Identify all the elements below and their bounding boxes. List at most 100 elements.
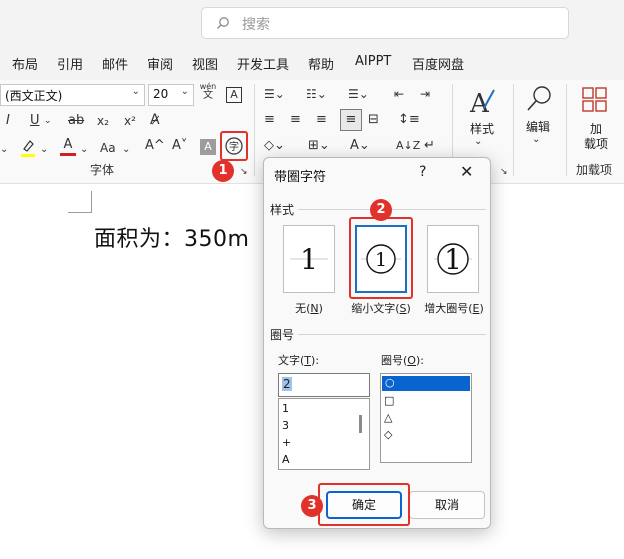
tab-help[interactable]: 帮助 [308, 54, 334, 73]
ribbon-tabs: 布局 引用 邮件 审阅 视图 开发工具 帮助 AIPPT 百度网盘 [0, 46, 624, 80]
change-case-button[interactable]: Aa [100, 140, 116, 156]
search-box[interactable]: 搜索 [201, 7, 569, 39]
editing-button[interactable] [524, 84, 554, 114]
align-left-icon[interactable]: ≡ [264, 112, 275, 128]
dialog-title: 带圈字符 [274, 170, 327, 185]
list-item[interactable]: □ [384, 394, 394, 407]
grow-font-button[interactable]: A^ [145, 138, 165, 154]
character-shading-icon[interactable]: A [200, 139, 216, 155]
group-divider [566, 84, 567, 176]
list-item[interactable]: + [282, 436, 291, 449]
borders-icon[interactable]: ⊞⌄ [308, 138, 330, 154]
tab-review[interactable]: 审阅 [147, 54, 173, 73]
bullets-icon[interactable]: ☰⌄ [264, 86, 285, 102]
circle-section-label: 圈号 [270, 328, 295, 342]
chevron-down-icon[interactable]: ⌄ [40, 142, 48, 158]
chevron-down-icon[interactable]: ⌄ [532, 132, 540, 148]
callout-box-3 [318, 483, 410, 526]
close-icon[interactable]: ✕ [460, 162, 473, 181]
font-color-label: A [63, 137, 73, 152]
underline-button[interactable]: U [30, 113, 40, 129]
chevron-down-icon[interactable]: ⌄ [80, 142, 88, 158]
margin-mark [68, 191, 92, 213]
chevron-down-icon[interactable]: ⌄ [122, 142, 130, 158]
font-color-swatch [60, 153, 76, 156]
font-color-button[interactable]: A [60, 137, 76, 156]
strikethrough-button[interactable]: ab [68, 113, 84, 129]
chevron-down-icon[interactable]: ⌄ [44, 113, 52, 129]
highlight-color-button[interactable] [20, 138, 36, 158]
style-none-option[interactable]: 1 [283, 225, 335, 293]
tab-developer[interactable]: 开发工具 [237, 54, 289, 73]
callout-box-1 [220, 131, 248, 161]
group-divider [254, 84, 255, 176]
document-text[interactable]: 面积为：350m [94, 221, 249, 253]
text-input-value: 2 [282, 377, 292, 391]
svg-text:1: 1 [300, 243, 318, 276]
magnifier-icon [527, 86, 551, 111]
addins-button[interactable] [581, 86, 609, 114]
cancel-button[interactable]: 取消 [409, 491, 485, 519]
divider [298, 334, 486, 335]
chevron-down-icon[interactable]: ⌄ [474, 134, 482, 150]
callout-badge-2: 2 [370, 199, 392, 221]
dialog-launcher-icon[interactable]: ↘ [240, 164, 248, 180]
phonetic-guide-icon[interactable]: wén 文 [199, 82, 217, 101]
numbering-icon[interactable]: ☷⌄ [306, 86, 327, 102]
superscript-button[interactable]: x² [124, 113, 136, 129]
subscript-button[interactable]: x₂ [97, 113, 109, 129]
list-item[interactable]: △ [384, 411, 392, 424]
tab-mailings[interactable]: 邮件 [102, 54, 128, 73]
distributed-icon[interactable]: ⊟ [368, 112, 379, 128]
font-name-value: (西文正文) [5, 89, 63, 103]
dialog-launcher-icon[interactable]: ↘ [500, 164, 508, 180]
tab-layout[interactable]: 布局 [12, 54, 38, 73]
scrollbar-thumb[interactable] [359, 415, 362, 433]
align-right-icon[interactable]: ≡ [316, 112, 327, 128]
enclosure-field-label: 圈号(O): [381, 354, 424, 367]
chevron-down-icon[interactable]: ⌄ [0, 142, 8, 158]
character-border-icon[interactable]: A [226, 87, 242, 103]
shading-icon[interactable]: ◇⌄ [264, 138, 285, 154]
style-enlarge-circle-option[interactable]: 1 [427, 225, 479, 293]
list-item[interactable]: 3 [282, 419, 289, 432]
align-center-icon[interactable]: ≡ [290, 112, 301, 128]
svg-text:1: 1 [444, 243, 462, 276]
tab-references[interactable]: 引用 [57, 54, 83, 73]
text-listbox[interactable]: 1 3 + A [278, 398, 370, 470]
sort-icon[interactable]: A↓Z [396, 138, 420, 154]
text-field-label: 文字(T): [278, 354, 320, 367]
list-item[interactable]: 1 [282, 402, 289, 415]
enclosure-listbox[interactable]: ○ □ △ ◇ [380, 373, 472, 463]
multilevel-list-icon[interactable]: ☰⌄ [348, 86, 369, 102]
clear-formatting-icon[interactable]: A̷ [150, 112, 160, 128]
list-item[interactable]: ◇ [384, 428, 392, 441]
list-item-selected[interactable]: ○ [382, 376, 470, 391]
shrink-font-button[interactable]: A˅ [172, 138, 187, 154]
line-spacing-icon[interactable]: ↕≡ [398, 112, 420, 128]
help-icon[interactable]: ? [419, 164, 426, 180]
increase-indent-icon[interactable]: ⇥ [420, 86, 430, 102]
text-input[interactable]: 2 [278, 373, 370, 397]
asian-layout-icon[interactable]: A⌄ [350, 138, 370, 154]
addins-group-label: 加载项 [576, 163, 613, 177]
italic-button[interactable]: I [6, 113, 10, 129]
tab-view[interactable]: 视图 [192, 54, 218, 73]
highlighter-icon [21, 140, 35, 157]
font-size-select[interactable]: 20 ⌄ [148, 84, 194, 106]
search-icon [217, 17, 229, 29]
callout-badge-1: 1 [212, 160, 234, 182]
divider [298, 209, 486, 210]
styles-button[interactable]: A [466, 86, 496, 119]
show-marks-icon[interactable]: ↵ [424, 138, 435, 154]
title-bar: 搜索 [0, 0, 624, 46]
list-item[interactable]: A [282, 453, 290, 466]
decrease-indent-icon[interactable]: ⇤ [394, 86, 404, 102]
tab-baidu-netdisk[interactable]: 百度网盘 [412, 54, 464, 73]
style-enlarge-label: 增大圈号(E) [424, 302, 484, 315]
chevron-down-icon: ⌄ [180, 86, 189, 97]
font-name-select[interactable]: (西文正文) ⌄ [0, 84, 145, 106]
tab-aippt[interactable]: AIPPT [355, 54, 391, 69]
justify-icon[interactable]: ≡ [340, 109, 362, 131]
addins-icon [582, 87, 607, 112]
